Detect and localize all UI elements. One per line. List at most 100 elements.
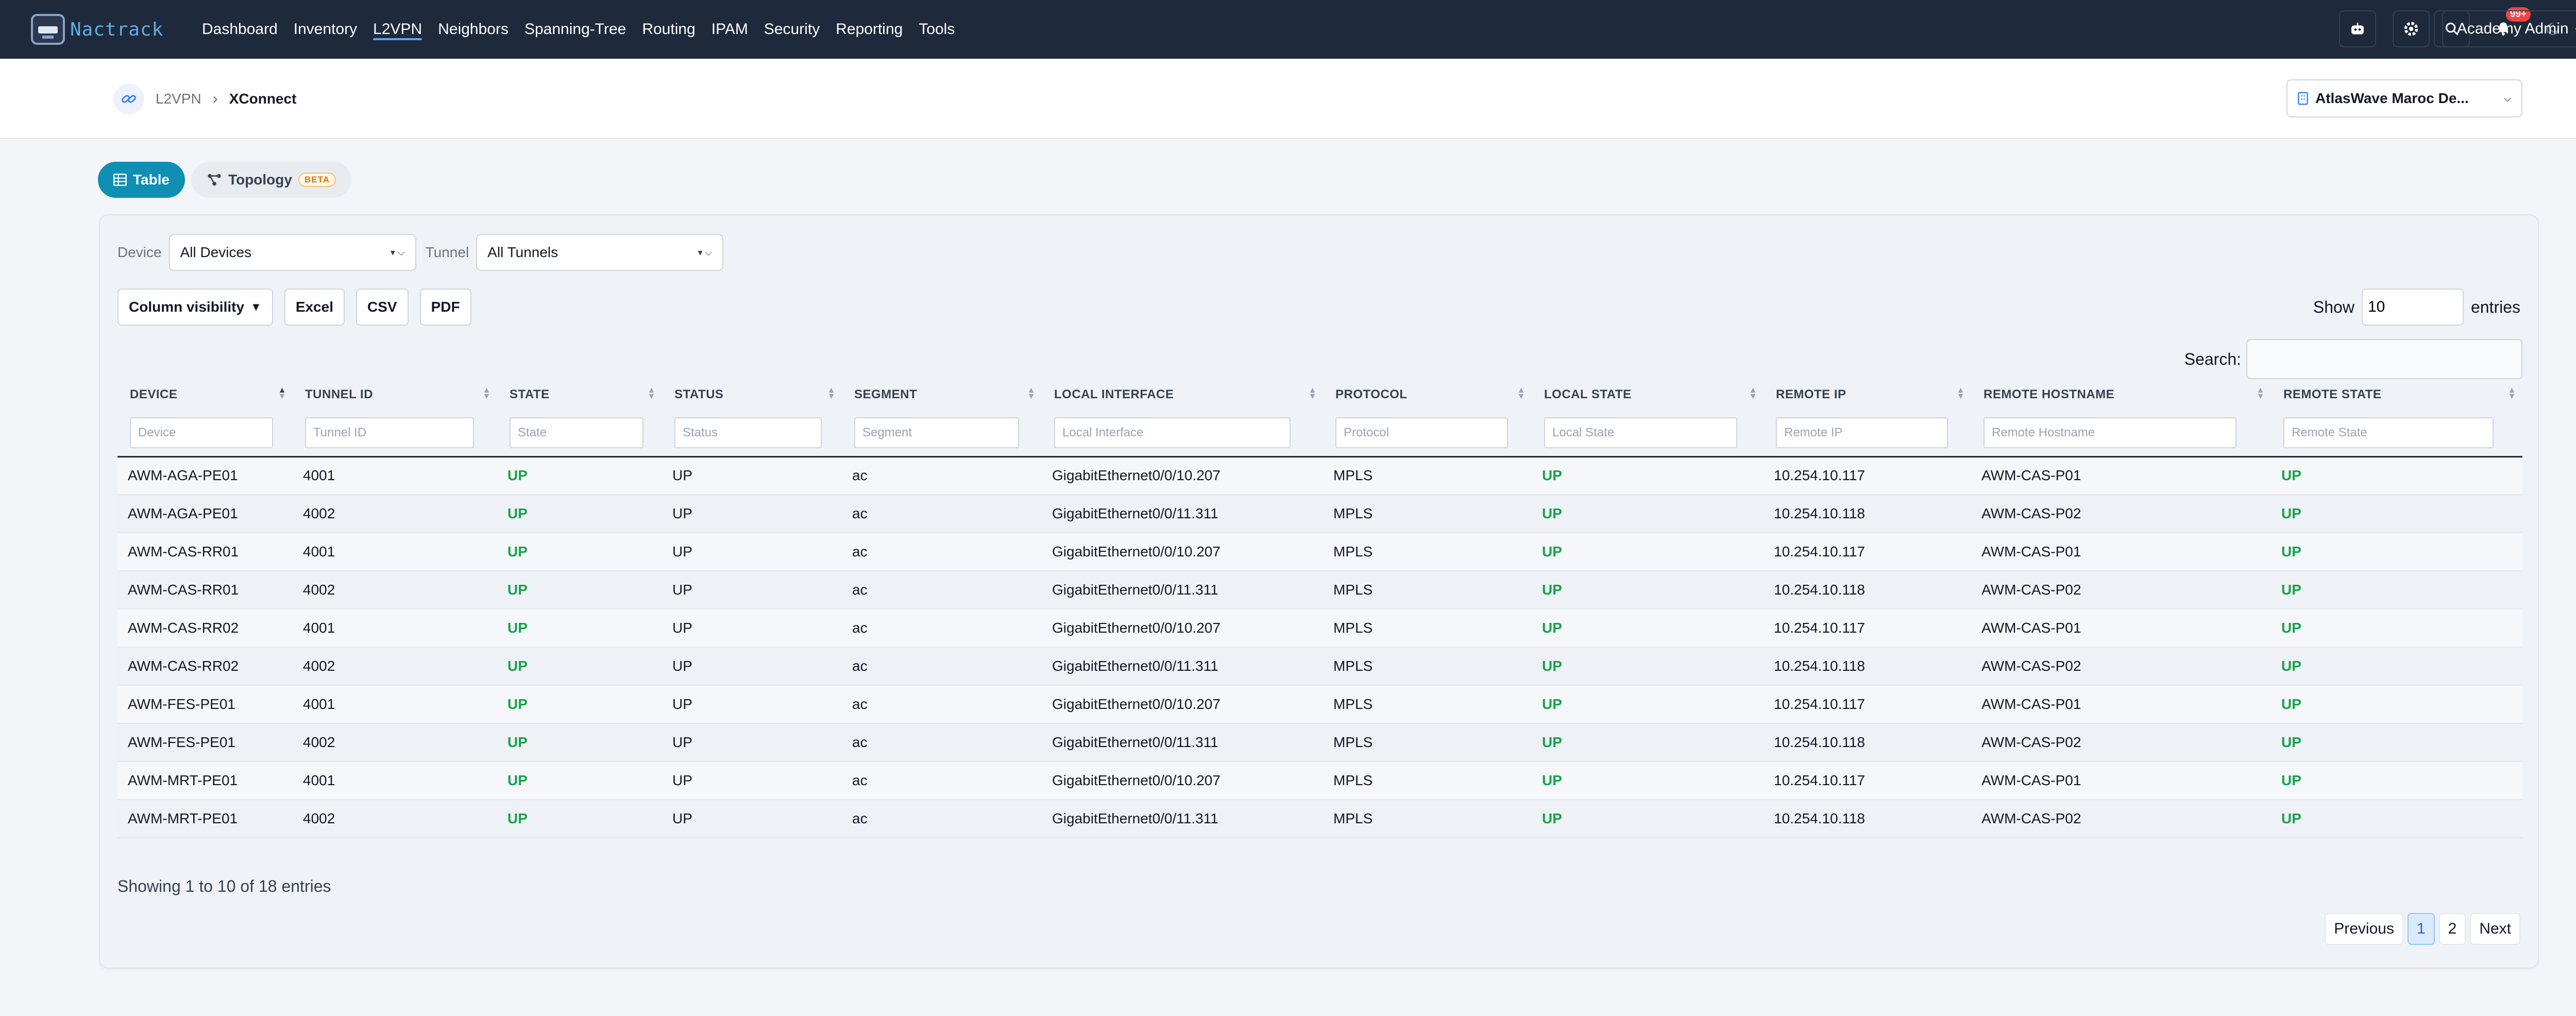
table-cell-protocol: MPLS [1323, 761, 1532, 800]
previous-page-button[interactable]: Previous [2325, 913, 2403, 945]
table-row[interactable]: AWM-CAS-RR02 4001 UP UP ac GigabitEthernet0/0… [117, 609, 2522, 648]
tunnel-filter-select[interactable]: All Tunnels ▾ ⌵ [476, 234, 724, 271]
nav-item-security[interactable]: Security [764, 0, 820, 59]
excel-export-button[interactable]: Excel [284, 289, 345, 326]
column-filter-input-status[interactable] [674, 417, 822, 449]
column-filter-input-device[interactable] [130, 417, 274, 449]
column-filter-input-local-interface[interactable] [1054, 417, 1291, 449]
column-filter-input-remote-state[interactable] [2283, 417, 2494, 449]
site-selector[interactable]: AtlasWave Maroc De... ⌵ [2286, 79, 2522, 117]
column-header-remote-state[interactable]: REMOTE STATE ▲ ▼ [2271, 379, 2522, 410]
column-filter-input-protocol[interactable] [1335, 417, 1509, 449]
column-filter-input-segment[interactable] [854, 417, 1020, 449]
column-header-label: LOCAL STATE [1544, 387, 1632, 401]
chevron-right-icon: › [212, 90, 218, 107]
tab-topology[interactable]: Topology BETA [191, 162, 351, 198]
column-header-local-interface[interactable]: LOCAL INTERFACE ▲ ▼ [1042, 379, 1323, 410]
table-cell-remote-hostname: AWM-CAS-P01 [1971, 456, 2271, 495]
table-cell-remote-ip: 10.254.10.117 [1764, 533, 1971, 571]
column-filter-row [117, 410, 2522, 458]
table-cell-local-state: UP [1532, 609, 1764, 648]
table-cell-protocol: MPLS [1323, 456, 1532, 495]
page-1-button[interactable]: 1 [2407, 913, 2435, 945]
nav-item-spanning-tree[interactable]: Spanning-Tree [524, 0, 626, 59]
table-cell-remote-ip: 10.254.10.118 [1764, 800, 1971, 838]
column-header-remote-hostname[interactable]: REMOTE HOSTNAME ▲ ▼ [1971, 379, 2271, 410]
pdf-export-button[interactable]: PDF [419, 289, 471, 326]
table-cell-status: UP [662, 723, 842, 762]
search-input[interactable] [2246, 339, 2522, 379]
table-cell-status: UP [662, 647, 842, 686]
table-row[interactable]: AWM-FES-PE01 4002 UP UP ac GigabitEthernet0/0… [117, 723, 2522, 762]
beta-badge: BETA [298, 173, 336, 187]
table-cell-remote-state: UP [2271, 495, 2522, 533]
table-cell-state: UP [497, 761, 662, 800]
table-cell-device: AWM-CAS-RR01 [117, 533, 293, 571]
next-page-button[interactable]: Next [2470, 913, 2520, 945]
nav-item-l2vpn[interactable]: L2VPN [373, 0, 422, 59]
nav-item-tools[interactable]: Tools [919, 0, 955, 59]
table-cell-remote-hostname: AWM-CAS-P02 [1971, 495, 2271, 533]
page-2-button[interactable]: 2 [2438, 913, 2466, 945]
table-row[interactable]: AWM-AGA-PE01 4001 UP UP ac GigabitEthernet0/0… [117, 456, 2522, 495]
table-row[interactable]: AWM-CAS-RR01 4002 UP UP ac GigabitEthernet0/0… [117, 571, 2522, 609]
column-header-label: PROTOCOL [1335, 387, 1408, 401]
link-icon [113, 83, 144, 114]
sort-icon: ▲ ▼ [2256, 386, 2265, 401]
column-filter-cell [1532, 410, 1764, 458]
csv-export-button[interactable]: CSV [355, 289, 409, 326]
table-cell-segment: ac [842, 571, 1042, 609]
nav-item-dashboard[interactable]: Dashboard [202, 0, 278, 59]
table-row[interactable]: AWM-CAS-RR02 4002 UP UP ac GigabitEthernet0/0… [117, 647, 2522, 686]
column-header-status[interactable]: STATUS ▲ ▼ [662, 379, 842, 410]
nav-item-ipam[interactable]: IPAM [711, 0, 748, 59]
column-header-label: TUNNEL ID [305, 387, 374, 401]
table-cell-state: UP [497, 495, 662, 533]
column-header-local-state[interactable]: LOCAL STATE ▲ ▼ [1532, 379, 1764, 410]
column-filter-input-local-state[interactable] [1544, 417, 1737, 449]
column-header-tunnel-id[interactable]: TUNNEL ID ▲ ▼ [293, 379, 497, 410]
nav-item-routing[interactable]: Routing [642, 0, 695, 59]
settings-button[interactable] [2393, 10, 2430, 47]
column-filter-input-tunnel-id[interactable] [305, 417, 474, 449]
breadcrumb: L2VPN › XConnect [113, 83, 296, 114]
main-nav: Dashboard Inventory L2VPN Neighbors Spanning… [202, 0, 955, 59]
table-cell-remote-state: UP [2271, 571, 2522, 609]
tab-table[interactable]: Table [98, 162, 185, 198]
table-cell-remote-state: UP [2271, 723, 2522, 762]
table-row[interactable]: AWM-MRT-PE01 4001 UP UP ac GigabitEthernet0/0… [117, 761, 2522, 800]
table-cell-tunnel-id: 4001 [293, 761, 497, 800]
table-row[interactable]: AWM-MRT-PE01 4002 UP UP ac GigabitEthernet0/0… [117, 800, 2522, 838]
table-row[interactable]: AWM-AGA-PE01 4002 UP UP ac GigabitEthernet0/0… [117, 495, 2522, 533]
table-row[interactable]: AWM-FES-PE01 4001 UP UP ac GigabitEthernet0/0… [117, 685, 2522, 724]
table-row[interactable]: AWM-CAS-RR01 4001 UP UP ac GigabitEthernet0/0… [117, 533, 2522, 571]
user-menu[interactable]: Academy Admin ⌵ [2442, 10, 2576, 47]
table-cell-tunnel-id: 4002 [293, 800, 497, 838]
column-header-remote-ip[interactable]: REMOTE IP ▲ ▼ [1764, 379, 1971, 410]
sort-icon: ▲ ▼ [1517, 386, 1526, 401]
breadcrumb-l2vpn-link[interactable]: L2VPN [156, 91, 201, 107]
page-length-input[interactable] [2361, 289, 2464, 326]
brand[interactable]: Nactrack [31, 13, 163, 46]
column-header-device[interactable]: DEVICE ▲ ▼ [117, 379, 293, 410]
column-filter-input-state[interactable] [510, 417, 644, 449]
column-header-label: LOCAL INTERFACE [1054, 387, 1174, 401]
nav-item-inventory[interactable]: Inventory [294, 0, 357, 59]
column-filter-input-remote-hostname[interactable] [1984, 417, 2237, 449]
column-filter-input-remote-ip[interactable] [1776, 417, 1948, 449]
column-header-protocol[interactable]: PROTOCOL ▲ ▼ [1323, 379, 1532, 410]
column-visibility-button[interactable]: Column visibility ▼ [117, 289, 273, 326]
sort-icon: ▲ ▼ [2507, 386, 2516, 401]
column-header-state[interactable]: STATE ▲ ▼ [497, 379, 662, 410]
assistant-bot-button[interactable] [2339, 10, 2376, 47]
device-filter-select[interactable]: All Devices ▾ ⌵ [168, 234, 416, 271]
column-header-segment[interactable]: SEGMENT ▲ ▼ [842, 379, 1042, 410]
table-cell-remote-ip: 10.254.10.117 [1764, 456, 1971, 495]
xconnect-card: Device All Devices ▾ ⌵ Tunnel All Tunnel… [99, 214, 2539, 969]
column-header-label: DEVICE [130, 387, 178, 401]
table-cell-tunnel-id: 4002 [293, 571, 497, 609]
nav-item-neighbors[interactable]: Neighbors [438, 0, 509, 59]
table-cell-remote-state: UP [2271, 647, 2522, 686]
nav-item-reporting[interactable]: Reporting [836, 0, 903, 59]
network-topology-icon [208, 174, 221, 186]
